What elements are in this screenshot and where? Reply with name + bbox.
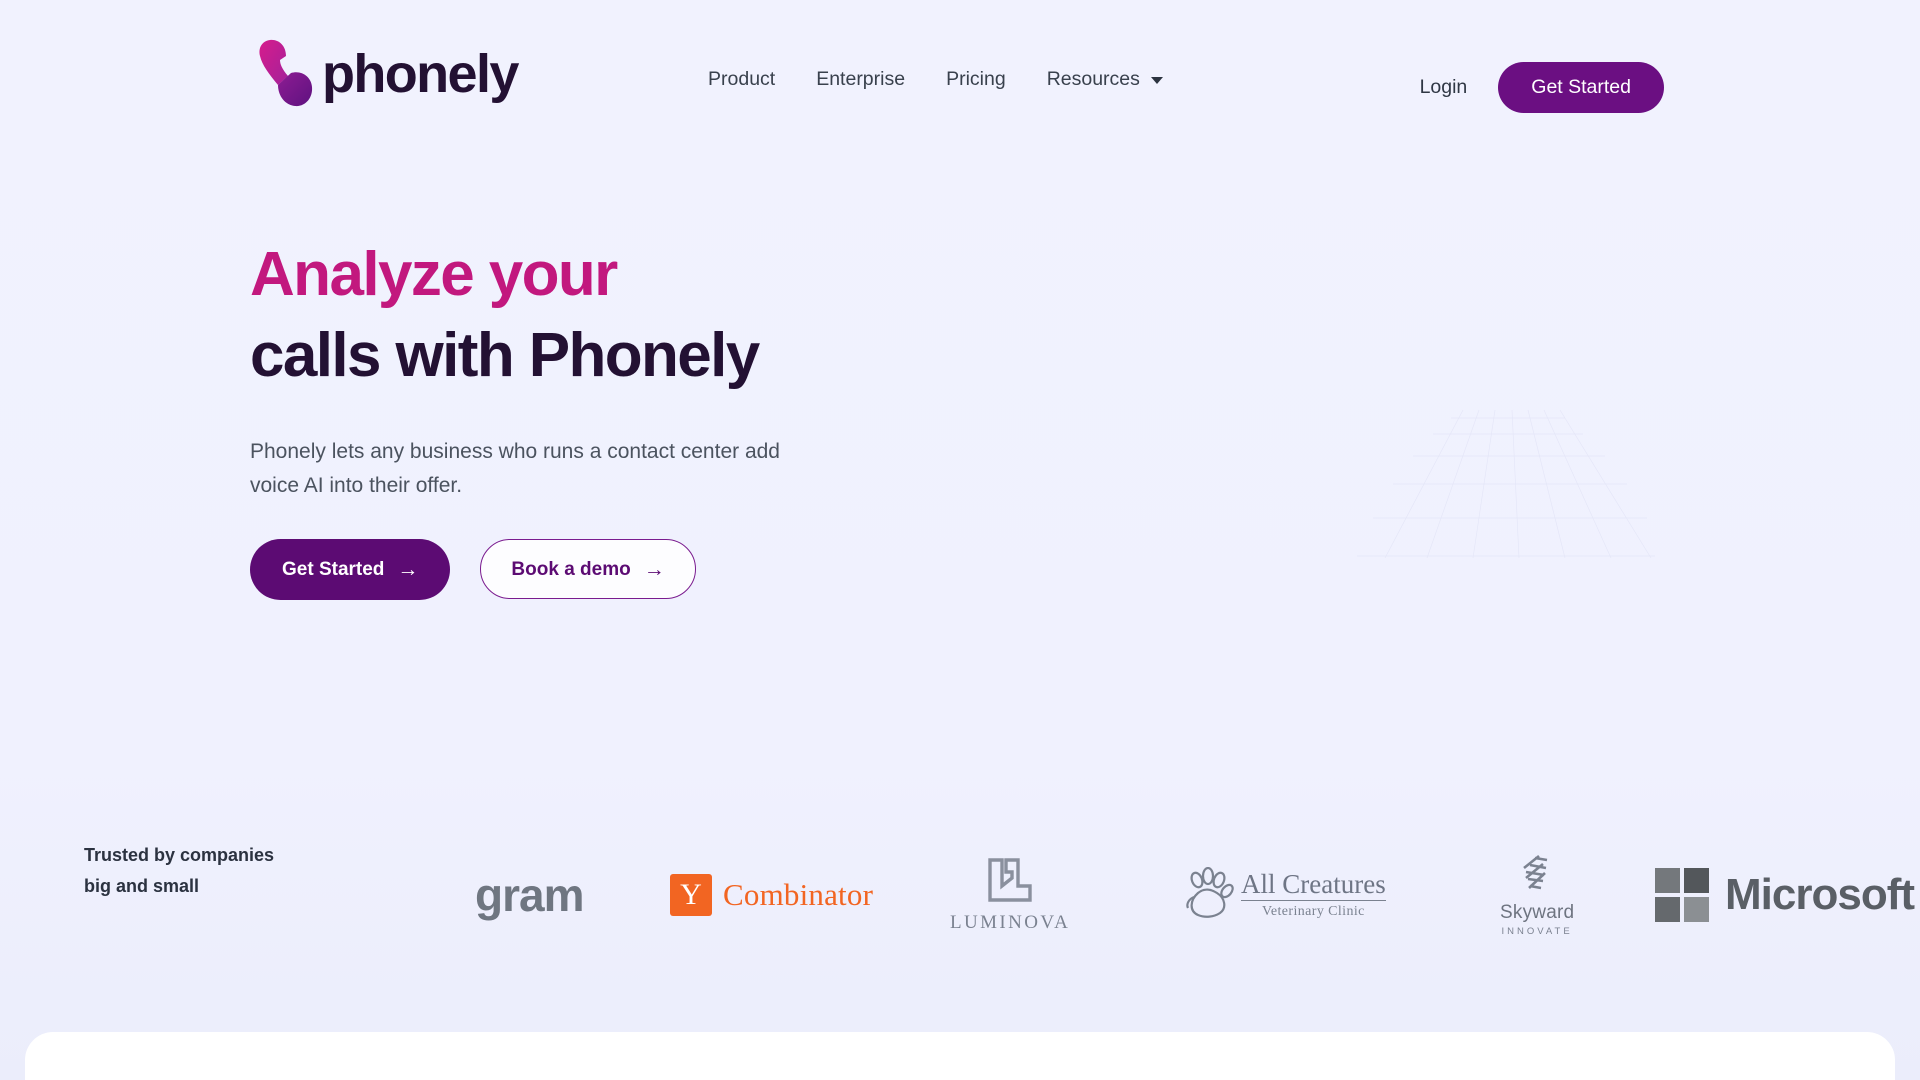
trusted-by-section: Trusted by companies big and small gram … — [0, 840, 1920, 960]
book-a-demo-button-label: Book a demo — [511, 558, 631, 580]
paw-print-icon — [1186, 867, 1234, 918]
client-logo-luminova-text: LUMINOVA — [950, 912, 1071, 933]
client-logo-all-creatures-text: All Creatures — [1241, 869, 1386, 902]
next-section-panel — [25, 1032, 1895, 1080]
book-a-demo-button[interactable]: Book a demo → — [480, 539, 696, 600]
trusted-by-label-line2: big and small — [84, 875, 200, 896]
logo-wordmark: phonely — [322, 44, 519, 104]
nav-item-pricing-label: Pricing — [946, 68, 1006, 90]
client-logo-skyward-text: Skyward — [1500, 901, 1575, 923]
phonely-phone-mark-icon — [259, 39, 313, 107]
client-logo-microsoft-text: Microsoft — [1725, 870, 1915, 919]
hero-cta-group: Get Started → Book a demo → — [250, 538, 950, 600]
client-logo-microsoft: Microsoft — [1655, 840, 1915, 950]
page-background: phonely Product Enterprise Pricing Resou… — [0, 0, 1920, 1080]
hero-headline-line1: Analyze your — [250, 240, 618, 309]
client-logo-skyward-subtext: INNOVATE — [1501, 925, 1573, 937]
microsoft-squares-icon — [1655, 868, 1709, 922]
perspective-grid-decoration — [1357, 409, 1655, 559]
site-header: phonely Product Enterprise Pricing Resou… — [0, 0, 1920, 135]
client-logo-all-creatures-subtext: Veterinary Clinic — [1261, 904, 1365, 920]
get-started-button-hero[interactable]: Get Started → — [250, 538, 451, 600]
nav-item-product-label: Product — [708, 68, 776, 90]
client-logo-gram: gram — [475, 840, 584, 950]
hero-headline-line2: calls with Phonely — [250, 321, 760, 391]
skyward-slash-mark-icon — [1523, 854, 1548, 889]
main-navigation: Product Enterprise Pricing Resources — [708, 68, 1163, 91]
get-started-button-header[interactable]: Get Started — [1498, 62, 1664, 113]
nav-item-resources[interactable]: Resources — [1047, 68, 1163, 91]
arrow-right-icon: → — [643, 557, 665, 581]
all-creatures-text-block: All Creatures Veterinary Clinic — [1241, 869, 1386, 921]
nav-item-resources-label: Resources — [1046, 68, 1140, 90]
trusted-by-label-line1: Trusted by companies — [84, 845, 275, 865]
client-logo-luminova: LUMINOVA — [950, 840, 1070, 950]
hero-section: Analyze your calls with Phonely Phonely … — [250, 240, 950, 600]
luminova-mark-icon — [988, 858, 1032, 902]
client-logo-gram-text: gram — [475, 869, 584, 921]
header-actions: Login Get Started — [1420, 62, 1664, 113]
logo[interactable]: phonely — [258, 38, 519, 110]
nav-item-product[interactable]: Product — [708, 68, 775, 91]
client-logo-y-combinator-text: Combinator — [723, 877, 874, 912]
nav-item-pricing[interactable]: Pricing — [946, 68, 1006, 91]
client-logo-strip: gram Y Combinator LUMINOVA All Creatures… — [440, 840, 1920, 960]
nav-item-enterprise[interactable]: Enterprise — [816, 68, 905, 91]
login-link[interactable]: Login — [1420, 76, 1468, 99]
nav-item-enterprise-label: Enterprise — [816, 68, 906, 90]
chevron-down-icon — [1150, 77, 1163, 84]
client-logo-all-creatures: All Creatures Veterinary Clinic — [1180, 840, 1386, 950]
arrow-right-icon: → — [397, 557, 419, 581]
client-logo-skyward: Skyward INNOVATE — [1500, 840, 1574, 950]
client-logo-y-combinator: Y Combinator — [670, 840, 873, 950]
hero-subtitle: Phonely lets any business who runs a con… — [250, 439, 780, 497]
get-started-button-hero-label: Get Started — [282, 558, 385, 580]
y-combinator-mark-icon: Y — [670, 874, 712, 916]
trusted-by-label: Trusted by companies big and small — [84, 840, 324, 902]
